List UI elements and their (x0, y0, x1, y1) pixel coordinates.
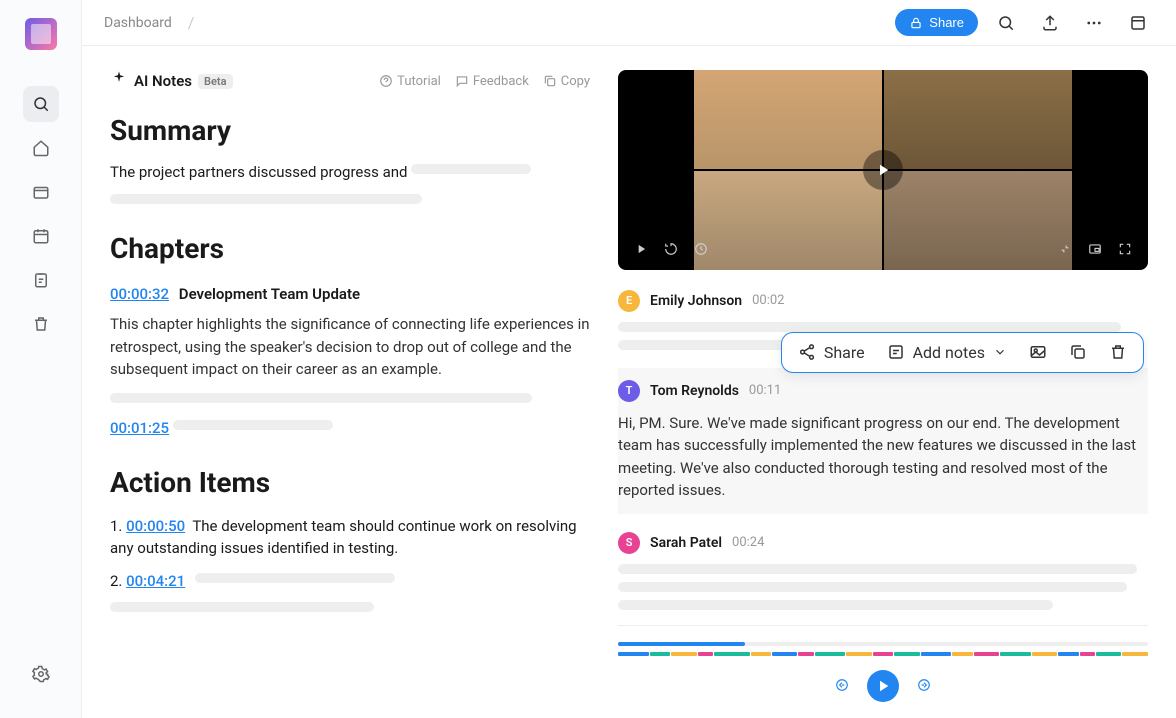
export-icon[interactable] (1034, 7, 1066, 39)
calendar-icon[interactable] (23, 218, 59, 254)
feedback-link[interactable]: Feedback (455, 74, 529, 89)
chapter-timestamp[interactable]: 00:01:25 (110, 419, 169, 437)
fullscreen-icon[interactable] (1118, 241, 1132, 260)
speaker-name: Emily Johnson (650, 293, 742, 309)
timeline (618, 625, 1148, 718)
forward-icon[interactable] (917, 677, 931, 696)
app-logo[interactable] (25, 18, 57, 50)
minimize-icon[interactable] (1058, 241, 1072, 260)
chapter-timestamp[interactable]: 00:00:32 (110, 285, 169, 303)
pip-icon[interactable] (1088, 241, 1102, 260)
summary-text: The project partners discussed progress … (110, 163, 590, 182)
menu-add-notes[interactable]: Add notes (887, 343, 1007, 362)
progress-fill (618, 642, 745, 646)
play-center-icon[interactable] (863, 150, 903, 190)
menu-delete-icon[interactable] (1109, 343, 1127, 361)
action-item: 2. 00:04:21 (110, 570, 590, 593)
action-timestamp[interactable]: 00:00:50 (126, 517, 185, 535)
transcript-entry[interactable]: S Sarah Patel 00:24 (618, 532, 1148, 610)
topbar: Dashboard / Share (82, 0, 1176, 46)
copy-link[interactable]: Copy (543, 74, 590, 89)
transcript-body: Hi, PM. Sure. We've made significant pro… (618, 412, 1148, 502)
video-player[interactable] (618, 70, 1148, 270)
transcript-entry[interactable]: T Tom Reynolds 00:11 Hi, PM. Sure. We've… (618, 368, 1148, 514)
transcript: Share Add notes (618, 290, 1148, 625)
main: Dashboard / Share AI Notes (82, 0, 1176, 718)
video-participant (694, 70, 882, 169)
sparkle-icon (110, 70, 128, 92)
transcript-time: 00:11 (749, 383, 781, 398)
chapter-body: This chapter highlights the significance… (110, 313, 590, 381)
menu-copy-icon[interactable] (1069, 343, 1087, 361)
search-top-icon[interactable] (990, 7, 1022, 39)
more-icon[interactable] (1078, 7, 1110, 39)
replay-icon[interactable] (664, 241, 678, 260)
summary-heading: Summary (110, 114, 590, 147)
avatar: T (618, 380, 640, 402)
share-label: Share (929, 15, 964, 30)
context-menu: Share Add notes (781, 332, 1144, 373)
breadcrumb[interactable]: Dashboard (104, 15, 172, 31)
home-icon[interactable] (23, 130, 59, 166)
trash-icon[interactable] (23, 306, 59, 342)
share-button[interactable]: Share (895, 9, 978, 36)
play-icon[interactable] (634, 241, 648, 260)
speed-icon[interactable] (694, 241, 708, 260)
panel-icon[interactable] (1122, 7, 1154, 39)
ai-notes-title: AI Notes (134, 72, 192, 90)
breadcrumb-separator: / (188, 13, 195, 32)
speaker-name: Sarah Patel (650, 535, 722, 551)
chapters-heading: Chapters (110, 232, 590, 265)
play-button[interactable] (867, 670, 899, 702)
progress-track[interactable] (618, 642, 1148, 646)
chapter-title: Development Team Update (179, 285, 360, 303)
menu-share[interactable]: Share (798, 343, 865, 362)
action-items-heading: Action Items (110, 466, 590, 499)
avatar: S (618, 532, 640, 554)
action-timestamp[interactable]: 00:04:21 (126, 572, 185, 590)
sidebar (0, 0, 82, 718)
video-panel: Share Add notes (618, 46, 1176, 718)
speaker-name: Tom Reynolds (650, 383, 739, 399)
settings-icon[interactable] (23, 656, 59, 692)
folder-icon[interactable] (23, 174, 59, 210)
action-item: 1. 00:00:50 The development team should … (110, 515, 590, 560)
search-icon[interactable] (23, 86, 59, 122)
tutorial-link[interactable]: Tutorial (379, 74, 441, 89)
beta-badge: Beta (198, 74, 233, 89)
video-participant (884, 70, 1072, 169)
menu-image-icon[interactable] (1029, 343, 1047, 361)
transcript-time: 00:24 (732, 535, 764, 550)
rewind-icon[interactable] (835, 677, 849, 696)
speaker-segments (618, 652, 1148, 656)
transcript-time: 00:02 (752, 293, 784, 308)
content: AI Notes Beta Tutorial Feedback Copy (82, 46, 1176, 718)
clipboard-icon[interactable] (23, 262, 59, 298)
ai-notes-panel: AI Notes Beta Tutorial Feedback Copy (82, 46, 618, 718)
avatar: E (618, 290, 640, 312)
